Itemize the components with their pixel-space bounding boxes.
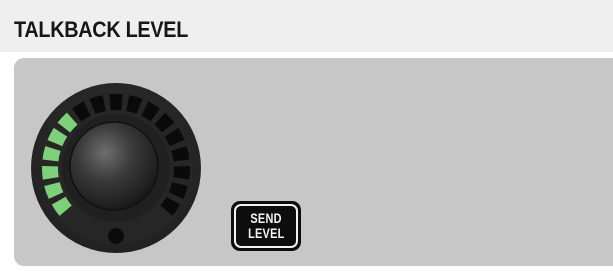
level-segment xyxy=(109,94,123,111)
send-level-button-face: SEND LEVEL xyxy=(234,204,298,248)
section-header: TALKBACK LEVEL xyxy=(0,0,613,52)
send-level-button[interactable]: SEND LEVEL xyxy=(231,201,301,251)
send-level-label-line1: SEND xyxy=(250,210,282,226)
talkback-level-knob[interactable] xyxy=(28,80,204,256)
send-level-label-line2: LEVEL xyxy=(247,225,285,241)
knob-indicator-dot xyxy=(108,228,124,244)
talkback-knob-graphic xyxy=(31,83,201,253)
section-title: TALKBACK LEVEL xyxy=(14,17,189,42)
